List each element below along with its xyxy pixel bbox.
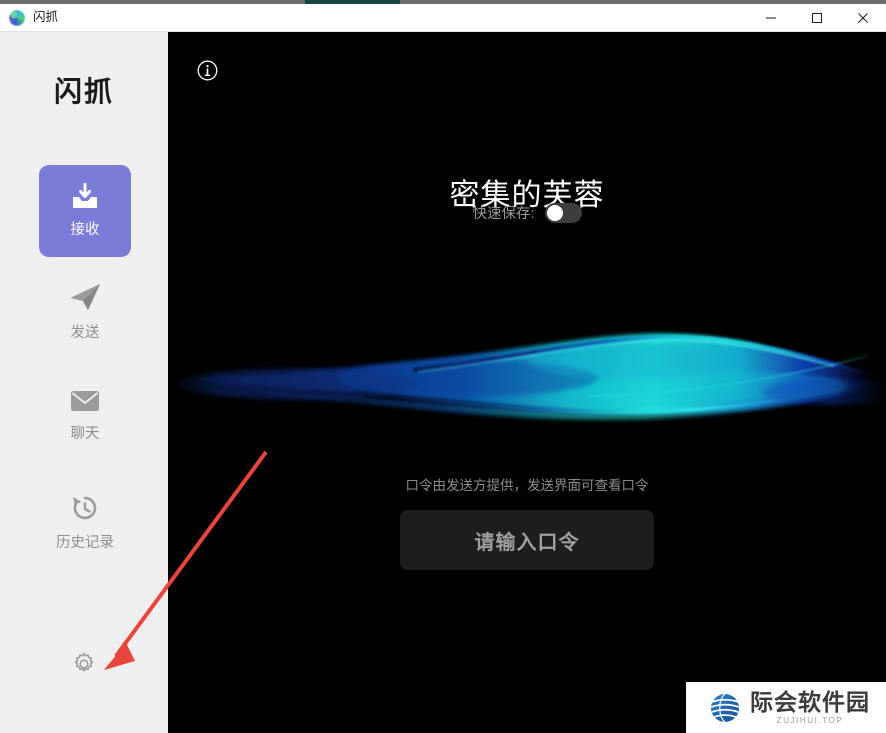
sidebar-item-chat[interactable]: 聊天 [39,389,131,443]
sidebar-item-settings[interactable] [71,653,97,679]
globe-logo-icon [708,691,742,725]
watermark-subtitle: ZUJIHUI.TOP [750,717,870,725]
envelope-icon [70,389,100,413]
sidebar-item-receive[interactable]: 接收 [39,165,131,257]
inbox-download-icon [70,183,100,211]
paper-plane-icon [68,282,102,312]
sidebar: 闪抓 接收 发送 [0,32,168,733]
gear-icon [72,652,96,681]
app-title: 闪抓 [33,11,58,24]
app-window: 闪抓 闪抓 接收 [0,0,886,733]
toggle-knob [547,205,563,221]
title-bar: 闪抓 [0,4,886,32]
code-input[interactable]: 请输入口令 [400,510,654,570]
close-icon[interactable] [840,4,886,32]
code-hint-text: 口令由发送方提供，发送界面可查看口令 [168,474,886,494]
sidebar-logo: 闪抓 [0,70,168,110]
sidebar-item-history[interactable]: 历史记录 [39,494,131,552]
sidebar-item-label: 聊天 [71,422,100,443]
info-circle-icon[interactable] [197,60,218,81]
history-clock-icon [70,494,100,522]
main-panel: 密集的芙蓉 快速保存: [168,32,886,733]
watermark-title: 际会软件园 [750,691,870,714]
watermark-text: 际会软件园 ZUJIHUI.TOP [750,691,870,725]
sidebar-item-send[interactable]: 发送 [39,282,131,342]
quick-save-toggle[interactable] [545,203,582,223]
maximize-icon[interactable] [794,4,840,32]
watermark: 际会软件园 ZUJIHUI.TOP [686,682,886,733]
sidebar-item-label: 接收 [71,218,100,239]
quick-save-row: 快速保存: [168,202,886,223]
code-input-placeholder: 请输入口令 [475,526,580,555]
audio-wave-graphic [168,300,886,440]
minimize-icon[interactable] [748,4,794,32]
quick-save-label: 快速保存: [472,202,534,223]
window-controls [748,4,886,32]
sidebar-item-label: 发送 [71,321,100,342]
sidebar-item-label: 历史记录 [56,531,114,552]
globe-icon [9,10,25,26]
